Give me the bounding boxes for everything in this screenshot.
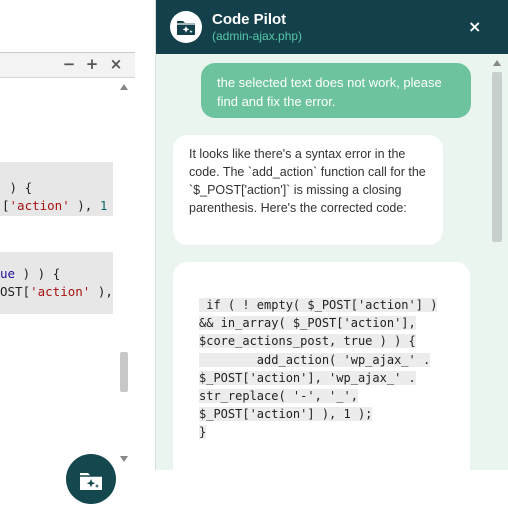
editor-code-line[interactable]: ) { (2, 180, 33, 198)
code-pilot-panel: Code Pilot (admin-ajax.php) × the select… (155, 0, 508, 482)
scrollbar-thumb[interactable] (120, 352, 128, 392)
editor-code-line[interactable]: OST['action' ), (0, 284, 113, 302)
editor-scrollbar[interactable] (117, 82, 131, 464)
minimize-button[interactable]: − (62, 56, 76, 72)
chat-messages[interactable]: the selected text does not work, please … (156, 54, 508, 482)
editor-code-line[interactable]: ue ) ) { (0, 266, 60, 284)
chat-scrollbar[interactable] (490, 58, 504, 470)
code-pilot-launcher-button[interactable] (66, 454, 116, 504)
code-token: ), (90, 284, 113, 299)
code-line: $core_actions_post, true ) ) { (199, 334, 416, 349)
code-token: 'action' (9, 198, 70, 213)
app-logo (170, 11, 202, 43)
chat-subtitle: (admin-ajax.php) (212, 29, 303, 43)
code-token: 1 (99, 198, 108, 213)
code-token: ue (0, 266, 16, 281)
scroll-down-arrow-icon[interactable] (120, 456, 128, 462)
code-token: ) ) { (15, 266, 61, 281)
editor-code-line[interactable]: ['action' ), 1 (2, 198, 107, 216)
code-token: [ (2, 198, 10, 213)
code-token: ), (69, 198, 100, 213)
code-snippet: if ( ! empty( $_POST['action'] ) && in_a… (199, 296, 470, 442)
code-line: && in_array( $_POST['action'], (199, 316, 416, 331)
code-line: } (199, 425, 207, 440)
code-editor: − + × ) {['action' ), 1 ue ) ) {OST['acti… (0, 52, 135, 504)
chat-title: Code Pilot (212, 11, 287, 28)
assistant-code-block: if ( ! empty( $_POST['action'] ) && in_a… (173, 262, 470, 482)
code-line: str_replace( '-', '_', (199, 389, 358, 404)
scroll-up-arrow-icon[interactable] (120, 84, 128, 90)
maximize-button[interactable]: + (85, 56, 99, 72)
code-token: OST[ (0, 284, 31, 299)
assistant-message: It looks like there's a syntax error in … (173, 135, 443, 245)
scrollbar-thumb[interactable] (492, 72, 502, 242)
sparkle-folder-icon (177, 21, 195, 35)
close-editor-button[interactable]: × (109, 56, 123, 72)
code-line: if ( ! empty( $_POST['action'] ) (199, 298, 438, 312)
editor-title-bar: − + × (0, 52, 135, 78)
close-chat-button[interactable]: × (468, 19, 481, 35)
code-token: ) { (2, 180, 33, 195)
user-message: the selected text does not work, please … (201, 63, 471, 118)
code-line: add_action( 'wp_ajax_' . (199, 352, 431, 367)
code-line: $_POST['action'], 'wp_ajax_' . (199, 370, 416, 385)
chat-header: Code Pilot (admin-ajax.php) × (156, 0, 508, 54)
sparkle-folder-icon (80, 473, 102, 490)
code-token: 'action' (30, 284, 91, 299)
scroll-up-arrow-icon[interactable] (493, 60, 501, 66)
code-line: $_POST['action'] ), 1 ); (199, 407, 373, 422)
